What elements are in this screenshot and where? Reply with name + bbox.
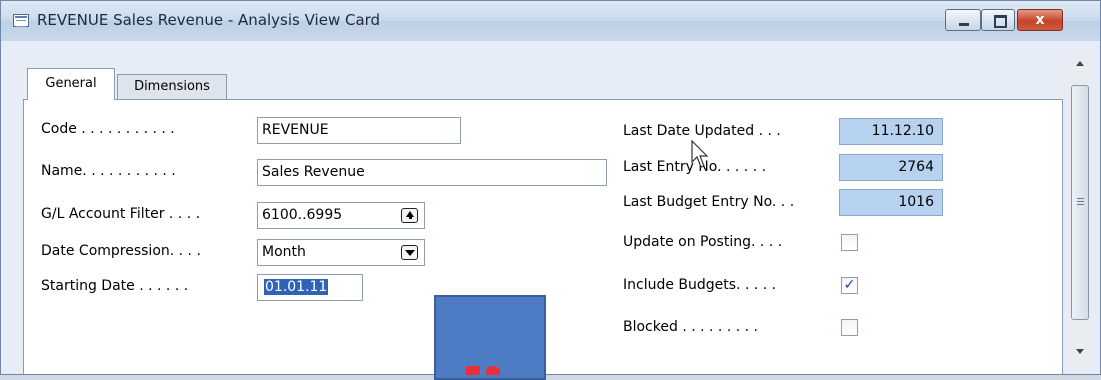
maximize-button[interactable] bbox=[981, 9, 1015, 31]
update-on-posting-checkbox[interactable] bbox=[841, 234, 858, 251]
vertical-scrollbar[interactable] bbox=[1069, 51, 1091, 369]
name-field[interactable]: Sales Revenue bbox=[257, 159, 607, 186]
blocked-checkbox[interactable] bbox=[841, 319, 858, 336]
dropdown-icon[interactable] bbox=[401, 245, 418, 260]
date-compression-label: Date Compression. . . . bbox=[41, 243, 201, 259]
card-form-icon bbox=[13, 14, 29, 27]
window-title: REVENUE Sales Revenue - Analysis View Ca… bbox=[37, 11, 381, 29]
scroll-down-icon[interactable] bbox=[1076, 349, 1084, 354]
minimize-icon bbox=[959, 23, 969, 26]
code-field[interactable]: REVENUE bbox=[257, 117, 461, 144]
include-budgets-label: Include Budgets. . . . . bbox=[623, 277, 777, 293]
close-icon: x bbox=[1035, 12, 1045, 28]
scroll-up-icon[interactable] bbox=[1076, 61, 1084, 66]
update-on-posting-label: Update on Posting. . . . bbox=[623, 234, 783, 250]
tab-dimensions[interactable]: Dimensions bbox=[117, 74, 227, 100]
close-button[interactable]: x bbox=[1017, 9, 1063, 31]
analysis-view-card-window: REVENUE Sales Revenue - Analysis View Ca… bbox=[0, 0, 1101, 375]
include-budgets-checkbox[interactable]: ✓ bbox=[841, 277, 858, 294]
gl-account-filter-label: G/L Account Filter . . . . bbox=[41, 206, 201, 222]
maximize-icon bbox=[994, 15, 1007, 28]
name-label: Name. . . . . . . . . . . bbox=[41, 163, 176, 179]
mouse-cursor-icon bbox=[691, 140, 709, 168]
date-compression-select[interactable]: Month bbox=[257, 239, 425, 266]
date-compression-value: Month bbox=[262, 244, 306, 260]
minimize-button[interactable] bbox=[945, 9, 981, 31]
code-label: Code . . . . . . . . . . . bbox=[41, 121, 175, 137]
last-date-updated-field: 11.12.10 bbox=[839, 118, 943, 145]
starting-date-field[interactable]: 01.01.11 bbox=[257, 274, 363, 301]
scrollbar-thumb[interactable] bbox=[1071, 85, 1089, 320]
last-entry-no-field: 2764 bbox=[839, 154, 943, 181]
last-budget-entry-no-label: Last Budget Entry No. . . bbox=[623, 194, 795, 210]
tab-general[interactable]: General bbox=[27, 68, 115, 100]
blocked-label: Blocked . . . . . . . . . bbox=[623, 319, 758, 335]
assist-up-icon[interactable] bbox=[401, 208, 418, 223]
title-bar[interactable]: REVENUE Sales Revenue - Analysis View Ca… bbox=[1, 1, 1100, 41]
gl-account-filter-value: 6100..6995 bbox=[262, 207, 343, 223]
last-budget-entry-no-field: 1016 bbox=[839, 189, 943, 216]
last-date-updated-label: Last Date Updated . . . bbox=[623, 123, 781, 139]
overlay-red-marks bbox=[460, 362, 508, 375]
starting-date-label: Starting Date . . . . . . bbox=[41, 278, 189, 294]
gl-account-filter-field[interactable]: 6100..6995 bbox=[257, 202, 425, 229]
starting-date-value: 01.01.11 bbox=[264, 279, 329, 295]
